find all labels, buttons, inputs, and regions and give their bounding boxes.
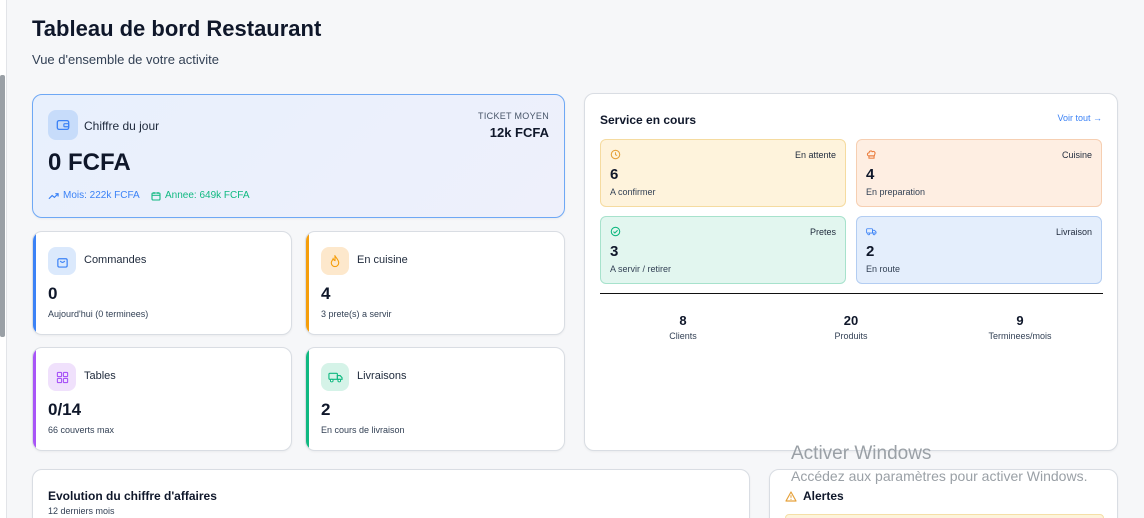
chart-subtitle: 12 derniers mois	[48, 506, 115, 516]
stat-card-en-cuisine[interactable]: En cuisine 4 3 prete(s) a servir	[305, 231, 565, 335]
page-subtitle: Vue d'ensemble de votre activite	[32, 52, 219, 67]
stat-card-livraisons[interactable]: Livraisons 2 En cours de livraison	[305, 347, 565, 451]
stat-card-commandes[interactable]: Commandes 0 Aujourd'hui (0 terminees)	[32, 231, 292, 335]
service-value: 4	[866, 166, 875, 183]
service-item-livraison[interactable]: Livraison 2 En route	[856, 216, 1102, 284]
chart-title: Evolution du chiffre d'affaires	[48, 489, 217, 503]
service-item-en-attente[interactable]: En attente 6 A confirmer	[600, 139, 846, 207]
service-tag: Livraison	[1055, 227, 1092, 237]
shopping-bag-icon	[48, 247, 76, 275]
service-item-pretes[interactable]: Pretes 3 A servir / retirer	[600, 216, 846, 284]
revenue-chart-card: Evolution du chiffre d'affaires 12 derni…	[32, 469, 750, 518]
revenue-card[interactable]: Chiffre du jour 0 FCFA TICKET MOYEN 12k …	[32, 94, 565, 218]
service-divider	[600, 293, 1103, 294]
card-accent	[33, 232, 36, 334]
kpi-produits: 20 Produits	[767, 313, 935, 341]
kpi-value: 20	[843, 313, 859, 328]
service-tag: En attente	[794, 150, 836, 160]
kpi-value: 8	[679, 313, 687, 328]
revenue-label: Chiffre du jour	[84, 119, 160, 133]
service-value: 3	[610, 243, 619, 260]
service-title: Service en cours	[600, 113, 697, 127]
stat-value: 0/14	[48, 400, 82, 419]
service-desc: A confirmer	[610, 187, 656, 197]
service-desc: En preparation	[866, 187, 926, 197]
revenue-year-text: Annee: 649k FCFA	[165, 190, 250, 201]
flame-icon	[321, 247, 349, 275]
clock-icon	[610, 149, 621, 160]
alerts-title: Alertes	[803, 489, 844, 503]
stat-label: En cuisine	[357, 254, 408, 266]
kpi-label: Clients	[669, 331, 697, 341]
alerts-header: Alertes	[785, 489, 844, 503]
service-desc: En route	[866, 264, 901, 274]
kpi-clients: 8 Clients	[599, 313, 767, 341]
watermark-line1: Activer Windows	[791, 443, 932, 464]
check-circle-icon	[610, 226, 621, 237]
truck-icon	[866, 228, 877, 236]
revenue-month: Mois: 222k FCFA	[48, 190, 140, 201]
card-accent	[306, 232, 309, 334]
calendar-icon	[151, 191, 161, 201]
service-tag: Cuisine	[1061, 150, 1092, 160]
revenue-value: 0 FCFA	[48, 149, 131, 176]
stat-sub: 66 couverts max	[48, 425, 115, 435]
ticket-value: 12k FCFA	[489, 125, 549, 140]
stat-value: 2	[321, 400, 331, 419]
view-all-link[interactable]: Voir tout →	[1057, 113, 1102, 123]
service-card: Service en cours Voir tout → En attente …	[584, 93, 1118, 451]
alert-item[interactable]	[785, 514, 1104, 518]
service-item-cuisine[interactable]: Cuisine 4 En preparation	[856, 139, 1102, 207]
truck-icon	[321, 363, 349, 391]
scrollbar-thumb[interactable]	[0, 75, 5, 337]
stat-label: Livraisons	[357, 370, 407, 382]
service-desc: A servir / retirer	[610, 264, 672, 274]
stat-card-tables[interactable]: Tables 0/14 66 couverts max	[32, 347, 292, 451]
kpi-label: Produits	[834, 331, 868, 341]
stat-value: 0	[48, 284, 58, 303]
trend-up-icon	[48, 192, 59, 199]
warning-icon	[785, 490, 797, 502]
chef-hat-icon	[866, 150, 876, 159]
ticket-label: TICKET MOYEN	[478, 111, 549, 121]
left-scroll-rail[interactable]	[0, 0, 7, 518]
card-accent	[306, 348, 309, 450]
stat-label: Tables	[84, 370, 116, 382]
stat-sub: 3 prete(s) a servir	[321, 309, 392, 319]
wallet-icon	[48, 110, 78, 140]
kpi-value: 9	[1016, 313, 1024, 328]
watermark-line2: Accédez aux paramètres pour activer Wind…	[791, 468, 1088, 484]
kpi-label: Terminees/mois	[988, 331, 1052, 341]
stat-value: 4	[321, 284, 331, 303]
stat-label: Commandes	[84, 254, 147, 266]
service-value: 6	[610, 166, 619, 183]
kpi-terminees: 9 Terminees/mois	[936, 313, 1104, 341]
page-title: Tableau de bord Restaurant	[32, 16, 322, 41]
service-value: 2	[866, 243, 875, 260]
windows-activation-watermark: Activer Windows Accédez aux paramètres p…	[791, 443, 1087, 484]
revenue-year: Annee: 649k FCFA	[151, 190, 250, 201]
card-accent	[33, 348, 36, 450]
revenue-month-text: Mois: 222k FCFA	[63, 190, 140, 201]
stat-sub: En cours de livraison	[321, 425, 405, 435]
stat-sub: Aujourd'hui (0 terminees)	[48, 309, 149, 319]
grid-icon	[48, 363, 76, 391]
service-tag: Pretes	[809, 227, 836, 237]
